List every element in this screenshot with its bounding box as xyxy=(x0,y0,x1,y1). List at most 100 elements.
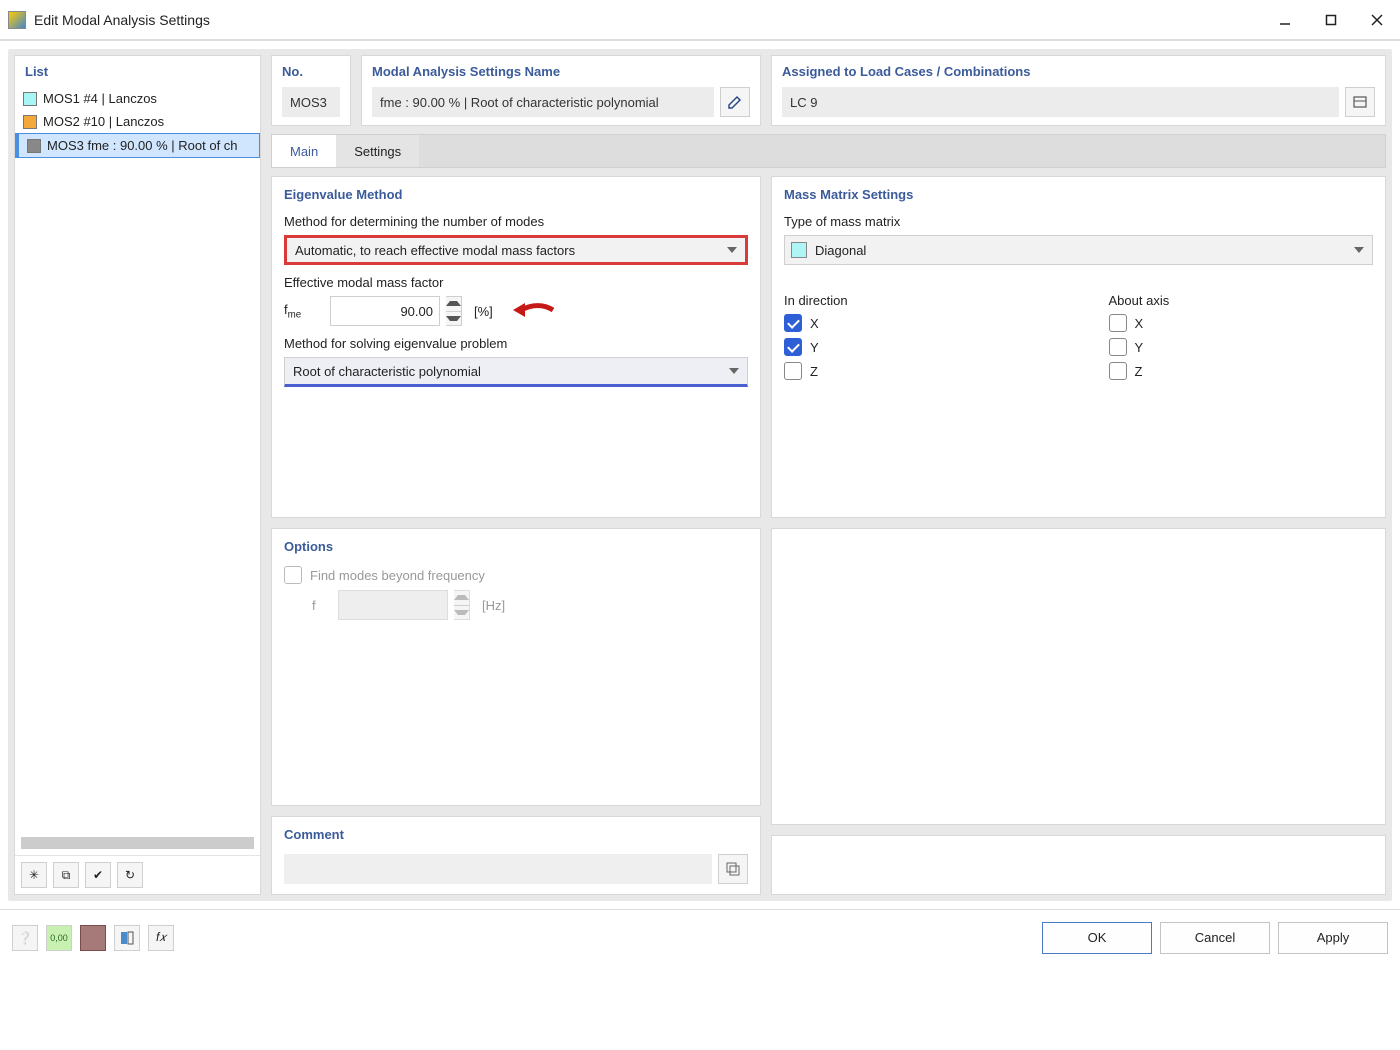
dir-y-checkbox[interactable] xyxy=(784,338,802,356)
dir-x-checkbox[interactable] xyxy=(784,314,802,332)
comment-library-button[interactable] xyxy=(718,854,748,884)
spinner-up-icon xyxy=(454,595,469,600)
f-input xyxy=(338,590,448,620)
y-label: Y xyxy=(810,340,819,355)
ok-button[interactable]: OK xyxy=(1042,922,1152,954)
comment-title: Comment xyxy=(284,827,748,842)
units-button[interactable]: 0,00 xyxy=(46,925,72,951)
list-panel: List MOS1 #4 | Lanczos MOS2 #10 | Lanczo… xyxy=(14,55,261,895)
f-label: f xyxy=(312,598,332,613)
color-swatch xyxy=(23,92,37,106)
spinner-down-icon xyxy=(454,610,469,615)
solver-label: Method for solving eigenvalue problem xyxy=(284,336,748,351)
mass-title: Mass Matrix Settings xyxy=(784,187,1373,202)
find-modes-label: Find modes beyond frequency xyxy=(310,568,485,583)
footer-bar: ❔ 0,00 f𝑥 OK Cancel Apply xyxy=(0,909,1400,965)
tab-main[interactable]: Main xyxy=(272,135,336,167)
solver-select[interactable]: Root of characteristic polynomial xyxy=(284,357,748,387)
chevron-down-icon xyxy=(729,368,739,374)
z-label: Z xyxy=(1135,364,1143,379)
spinner-up-icon xyxy=(446,301,461,306)
chevron-down-icon xyxy=(727,247,737,253)
tab-settings[interactable]: Settings xyxy=(336,135,419,167)
emmf-input[interactable]: 90.00 xyxy=(330,296,440,326)
spinner-down-icon xyxy=(446,316,461,321)
minimize-button[interactable] xyxy=(1262,0,1308,40)
method-modes-label: Method for determining the number of mod… xyxy=(284,214,748,229)
no-label: No. xyxy=(282,64,340,79)
method-modes-select[interactable]: Automatic, to reach effective modal mass… xyxy=(284,235,748,265)
emmf-spinner[interactable] xyxy=(446,296,462,326)
show-hide-button[interactable] xyxy=(114,925,140,951)
list-item[interactable]: MOS2 #10 | Lanczos xyxy=(15,110,260,133)
assigned-field[interactable]: LC 9 xyxy=(782,87,1339,117)
function-button[interactable]: f𝑥 xyxy=(148,925,174,951)
empty-panel-1 xyxy=(771,528,1386,825)
settings-list[interactable]: MOS1 #4 | Lanczos MOS2 #10 | Lanczos MOS… xyxy=(15,87,260,831)
name-label: Modal Analysis Settings Name xyxy=(372,64,750,79)
eigenvalue-section: Eigenvalue Method Method for determining… xyxy=(271,176,761,518)
method-modes-value: Automatic, to reach effective modal mass… xyxy=(295,243,575,258)
help-button[interactable]: ❔ xyxy=(12,925,38,951)
no-card: No. MOS3 xyxy=(271,55,351,126)
list-item[interactable]: MOS1 #4 | Lanczos xyxy=(15,87,260,110)
check-all-icon[interactable]: ✔ xyxy=(85,862,111,888)
maximize-button[interactable] xyxy=(1308,0,1354,40)
assigned-label: Assigned to Load Cases / Combinations xyxy=(782,64,1375,79)
apply-button[interactable]: Apply xyxy=(1278,922,1388,954)
callout-arrow-icon xyxy=(511,298,555,325)
color-button[interactable] xyxy=(80,925,106,951)
x-label: X xyxy=(810,316,819,331)
name-card: Modal Analysis Settings Name fme : 90.00… xyxy=(361,55,761,126)
list-title: List xyxy=(15,56,260,87)
z-label: Z xyxy=(810,364,818,379)
x-label: X xyxy=(1135,316,1144,331)
comment-input[interactable] xyxy=(284,854,712,884)
mass-type-select[interactable]: Diagonal xyxy=(784,235,1373,265)
list-item-label: MOS3 fme : 90.00 % | Root of ch xyxy=(47,138,238,153)
list-item[interactable]: MOS3 fme : 90.00 % | Root of ch xyxy=(15,133,260,158)
solver-value: Root of characteristic polynomial xyxy=(293,364,481,379)
dir-z-checkbox[interactable] xyxy=(784,362,802,380)
assigned-card: Assigned to Load Cases / Combinations LC… xyxy=(771,55,1386,126)
name-field[interactable]: fme : 90.00 % | Root of characteristic p… xyxy=(372,87,714,117)
y-label: Y xyxy=(1135,340,1144,355)
emmf-unit: [%] xyxy=(474,304,493,319)
color-swatch xyxy=(27,139,41,153)
axis-z-checkbox[interactable] xyxy=(1109,362,1127,380)
axis-label: About axis xyxy=(1109,293,1374,308)
list-item-label: MOS2 #10 | Lanczos xyxy=(43,114,164,129)
no-field[interactable]: MOS3 xyxy=(282,87,340,117)
close-button[interactable] xyxy=(1354,0,1400,40)
options-title: Options xyxy=(284,539,748,554)
find-modes-checkbox[interactable] xyxy=(284,566,302,584)
axis-y-checkbox[interactable] xyxy=(1109,338,1127,356)
app-icon xyxy=(8,11,26,29)
comment-section: Comment xyxy=(271,816,761,895)
list-toolbar: ✳ ⧉ ✔ ↻ xyxy=(15,855,260,894)
cancel-button[interactable]: Cancel xyxy=(1160,922,1270,954)
mass-type-value: Diagonal xyxy=(815,243,866,258)
direction-label: In direction xyxy=(784,293,1049,308)
pick-loadcase-button[interactable] xyxy=(1345,87,1375,117)
eigen-title: Eigenvalue Method xyxy=(284,187,748,202)
f-spinner xyxy=(454,590,470,620)
horizontal-scrollbar[interactable] xyxy=(21,837,254,849)
list-item-label: MOS1 #4 | Lanczos xyxy=(43,91,157,106)
emmf-label: Effective modal mass factor xyxy=(284,275,748,290)
mass-section: Mass Matrix Settings Type of mass matrix… xyxy=(771,176,1386,518)
options-section: Options Find modes beyond frequency f xyxy=(271,528,761,806)
color-swatch xyxy=(23,115,37,129)
f-unit: [Hz] xyxy=(482,598,505,613)
empty-panel-2 xyxy=(771,835,1386,895)
mass-type-label: Type of mass matrix xyxy=(784,214,1373,229)
window-title: Edit Modal Analysis Settings xyxy=(34,12,1262,28)
axis-x-checkbox[interactable] xyxy=(1109,314,1127,332)
edit-name-button[interactable] xyxy=(720,87,750,117)
refresh-check-icon[interactable]: ↻ xyxy=(117,862,143,888)
titlebar: Edit Modal Analysis Settings xyxy=(0,0,1400,40)
chevron-down-icon xyxy=(1354,247,1364,253)
new-icon[interactable]: ✳ xyxy=(21,862,47,888)
color-swatch xyxy=(791,242,807,258)
copy-icon[interactable]: ⧉ xyxy=(53,862,79,888)
